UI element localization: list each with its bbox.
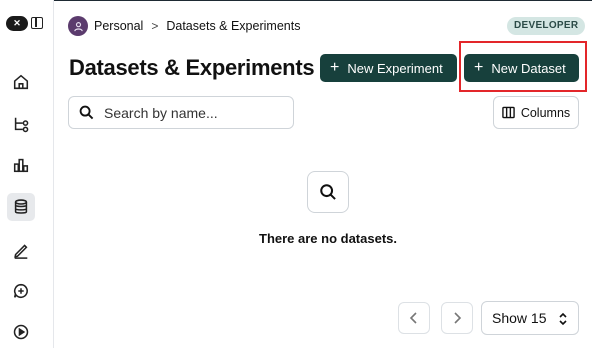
search-input[interactable] — [102, 103, 286, 122]
chevron-up-down-icon — [559, 312, 567, 326]
play-icon[interactable] — [9, 320, 33, 344]
chevron-left-icon — [409, 312, 417, 324]
next-page-button[interactable] — [441, 302, 473, 334]
pencil-icon[interactable] — [9, 238, 33, 262]
breadcrumb: Personal > Datasets & Experiments — [68, 16, 300, 36]
empty-state-message: There are no datasets. — [259, 231, 397, 246]
search-icon — [79, 105, 94, 120]
breadcrumb-separator: > — [151, 19, 159, 33]
page-size-label: Show 15 — [492, 310, 547, 326]
page-size-select[interactable]: Show 15 — [481, 301, 579, 335]
avatar[interactable] — [68, 16, 88, 36]
highlight-box — [459, 41, 587, 92]
empty-state-search-icon — [307, 171, 349, 213]
home-icon[interactable] — [9, 70, 33, 94]
sidebar-rail: ✕ — [0, 0, 54, 348]
columns-label: Columns — [520, 105, 571, 120]
columns-icon — [502, 106, 515, 119]
new-experiment-button[interactable]: + New Experiment — [320, 54, 457, 82]
workflow-icon[interactable] — [9, 112, 33, 136]
new-experiment-label: New Experiment — [347, 60, 443, 76]
previous-page-button[interactable] — [398, 302, 430, 334]
search-box[interactable] — [68, 96, 294, 129]
environment-badge: DEVELOPER — [507, 17, 586, 35]
page-title: Datasets & Experiments — [69, 55, 315, 80]
plus-icon: + — [330, 59, 340, 76]
top-border — [0, 0, 592, 1]
analytics-icon[interactable] — [9, 153, 33, 177]
sidebar-toggle-icon[interactable] — [31, 17, 43, 29]
chevron-right-icon — [454, 312, 462, 324]
feedback-icon[interactable] — [9, 279, 33, 303]
breadcrumb-workspace[interactable]: Personal — [94, 19, 143, 33]
database-icon[interactable] — [7, 193, 35, 221]
breadcrumb-current: Datasets & Experiments — [166, 19, 301, 33]
logo-icon[interactable]: ✕ — [6, 16, 28, 31]
columns-button[interactable]: Columns — [493, 96, 579, 129]
